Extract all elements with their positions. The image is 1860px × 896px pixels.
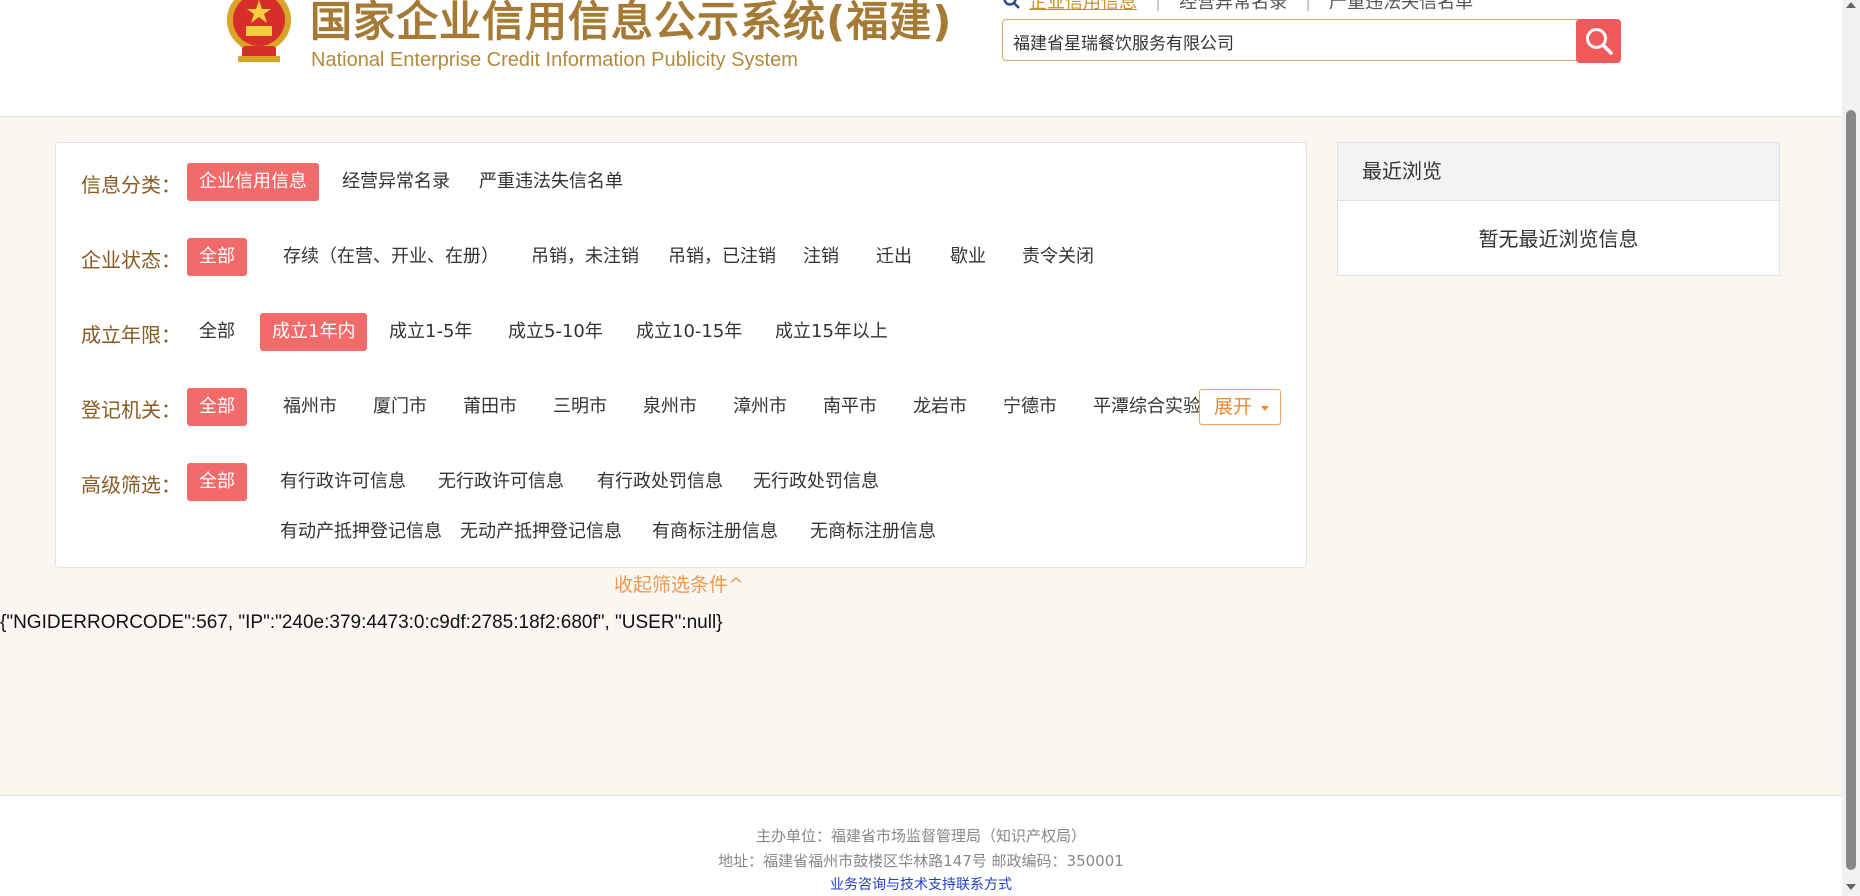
advanced-option[interactable]: 无行政许可信息 (426, 463, 576, 501)
collapse-filters-link[interactable]: 收起筛选条件^ (614, 570, 744, 597)
advanced-option[interactable]: 有行政处罚信息 (585, 463, 735, 501)
authority-option[interactable]: 南平市 (811, 388, 889, 426)
national-emblem-icon (227, 0, 291, 62)
advanced-option[interactable]: 无行政处罚信息 (741, 463, 891, 501)
advanced-option[interactable]: 无商标注册信息 (798, 513, 948, 551)
category-option[interactable]: 经营异常名录 (330, 163, 462, 201)
category-option[interactable]: 企业信用信息 (187, 163, 319, 201)
age-option[interactable]: 成立10-15年 (624, 313, 754, 351)
status-option[interactable]: 吊销，已注销 (656, 238, 788, 276)
footer-contact-link[interactable]: 业务咨询与技术支持联系方式 (830, 877, 1012, 893)
top-nav: 企业信用信息 | 经营异常名录 | 严重违法失信名单 (1003, 0, 1491, 13)
age-option[interactable]: 成立1年内 (260, 313, 368, 351)
scroll-down-arrow-icon[interactable] (1846, 884, 1856, 890)
footer-host: 主办单位：福建省市场监督管理局（知识产权局） (755, 827, 1086, 845)
authority-option[interactable]: 莆田市 (451, 388, 529, 426)
authority-option[interactable]: 福州市 (271, 388, 349, 426)
authority-option[interactable]: 宁德市 (991, 388, 1069, 426)
age-label: 成立年限： (81, 323, 181, 347)
expand-button[interactable]: 展开 (1199, 389, 1281, 425)
filter-panel: 信息分类： 企业信用信息 经营异常名录 严重违法失信名单 企业状态： 全部 存续… (55, 142, 1307, 568)
authority-label: 登记机关： (81, 398, 181, 422)
authority-option[interactable]: 厦门市 (361, 388, 439, 426)
advanced-label: 高级筛选： (81, 473, 181, 497)
scrollbar[interactable] (1842, 0, 1860, 895)
search-button[interactable] (1576, 19, 1621, 63)
magnifier-icon (1003, 0, 1020, 9)
search-input[interactable] (1011, 20, 1575, 62)
authority-option[interactable]: 泉州市 (631, 388, 709, 426)
advanced-option[interactable]: 无动产抵押登记信息 (448, 513, 634, 551)
authority-option[interactable]: 三明市 (541, 388, 619, 426)
advanced-option[interactable]: 有行政许可信息 (268, 463, 418, 501)
nav-illegal-list[interactable]: 严重违法失信名单 (1311, 0, 1491, 14)
status-option[interactable]: 注销 (791, 238, 851, 276)
page-header: 国家企业信用信息公示系统(福建) National Enterprise Cre… (0, 0, 1842, 117)
authority-option[interactable]: 漳州市 (721, 388, 799, 426)
advanced-option[interactable]: 全部 (187, 463, 247, 501)
advanced-option[interactable]: 有商标注册信息 (640, 513, 790, 551)
authority-option[interactable]: 龙岩市 (901, 388, 979, 426)
nav-abnormal-list[interactable]: 经营异常名录 (1161, 0, 1305, 14)
search-icon (1585, 28, 1613, 55)
recent-panel: 最近浏览 暂无最近浏览信息 (1337, 142, 1780, 276)
page-footer: 主办单位：福建省市场监督管理局（知识产权局） 地址：福建省福州市鼓楼区华林路14… (0, 795, 1842, 896)
age-option[interactable]: 成立5-10年 (496, 313, 615, 351)
advanced-option[interactable]: 有动产抵押登记信息 (268, 513, 454, 551)
age-option[interactable]: 成立1-5年 (377, 313, 484, 351)
status-label: 企业状态： (81, 248, 181, 272)
site-subtitle: National Enterprise Credit Information P… (311, 49, 798, 71)
status-option[interactable]: 吊销，未注销 (519, 238, 651, 276)
category-option[interactable]: 严重违法失信名单 (467, 163, 635, 201)
authority-option[interactable]: 全部 (187, 388, 247, 426)
status-option[interactable]: 迁出 (864, 238, 924, 276)
status-option[interactable]: 歇业 (938, 238, 998, 276)
scroll-up-arrow-icon[interactable] (1846, 2, 1856, 8)
category-label: 信息分类： (81, 173, 181, 197)
status-option[interactable]: 全部 (187, 238, 247, 276)
expand-label: 展开 (1214, 396, 1253, 418)
age-option[interactable]: 全部 (187, 313, 247, 351)
site-title: 国家企业信用信息公示系统(福建) (310, 0, 953, 46)
age-option[interactable]: 成立15年以上 (763, 313, 900, 351)
caret-down-icon (1261, 405, 1270, 411)
footer-address: 地址：福建省福州市鼓楼区华林路147号 邮政编码：350001 (718, 852, 1124, 870)
error-message: {"NGIDERRORCODE":567, "IP":"240e:379:447… (0, 612, 723, 633)
nav-credit-info[interactable]: 企业信用信息 (1021, 0, 1155, 14)
scrollbar-thumb[interactable] (1846, 110, 1856, 870)
recent-title: 最近浏览 (1338, 143, 1779, 201)
status-option[interactable]: 责令关闭 (1010, 238, 1106, 276)
status-option[interactable]: 存续（在营、开业、在册） (271, 238, 511, 276)
recent-empty-text: 暂无最近浏览信息 (1478, 227, 1639, 251)
search-box (1002, 19, 1620, 62)
